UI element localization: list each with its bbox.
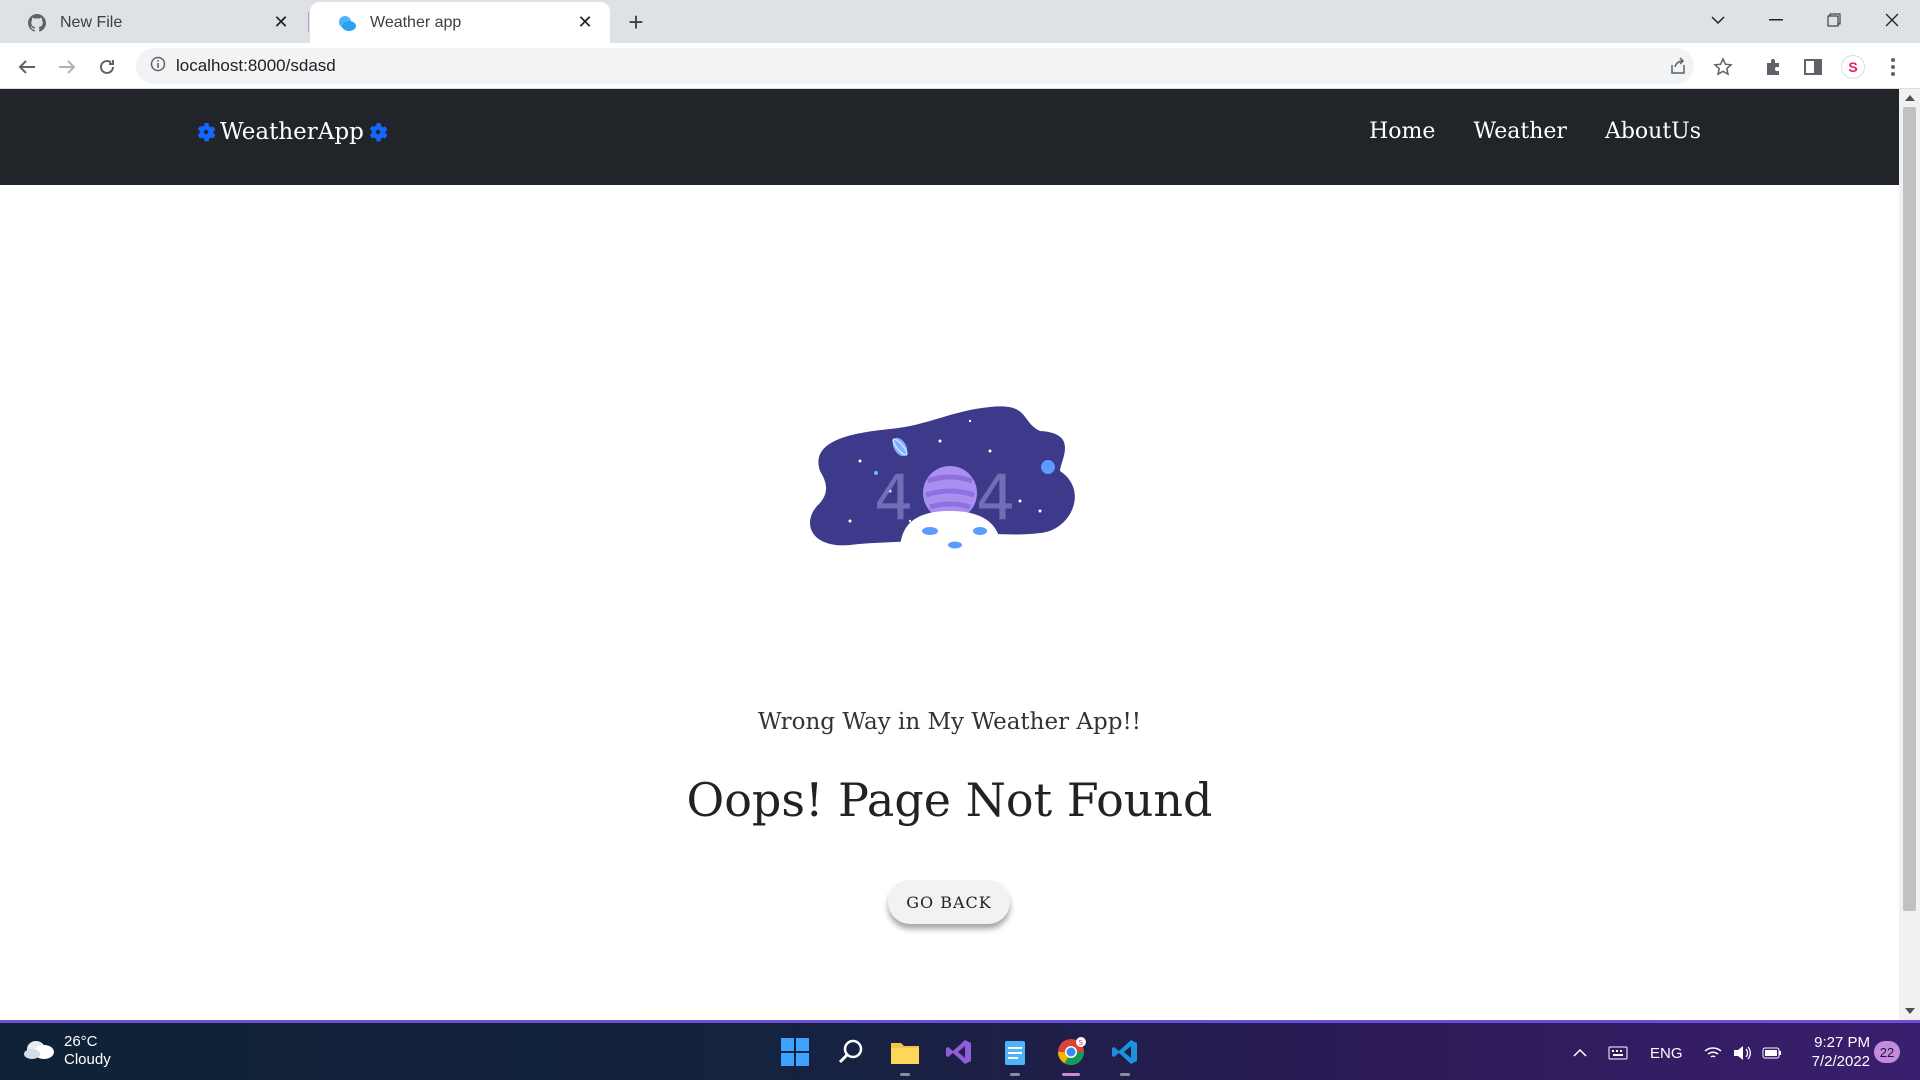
tab-search-chevron-icon[interactable]: [1690, 0, 1746, 40]
volume-icon[interactable]: [1732, 1023, 1752, 1080]
nav-link-weather[interactable]: Weather: [1473, 119, 1567, 144]
browser-tab-bar: New File ✕ Weather app ✕ +: [0, 0, 1920, 43]
new-tab-button[interactable]: +: [620, 6, 652, 38]
nav-link-aboutus[interactable]: AboutUs: [1605, 119, 1701, 144]
site-navbar: WeatherApp Home Weather AboutUs: [0, 89, 1899, 185]
digit-4-left: 4: [874, 461, 913, 534]
scroll-up-arrow-icon[interactable]: [1905, 95, 1915, 101]
windows-taskbar: 26°C Cloudy S ENG 9:27 PM 7/2/2022 22: [0, 1020, 1920, 1080]
visual-studio-icon[interactable]: [942, 1035, 976, 1069]
tab-divider: [308, 12, 309, 32]
running-indicator: [1120, 1073, 1130, 1076]
running-indicator: [900, 1073, 910, 1076]
brand-name: WeatherApp: [220, 119, 364, 145]
tab-new-file[interactable]: New File ✕: [0, 2, 306, 43]
taskbar-clock[interactable]: 9:27 PM 7/2/2022: [1800, 1033, 1870, 1071]
chrome-icon[interactable]: S: [1054, 1035, 1088, 1076]
notification-badge[interactable]: 22: [1874, 1041, 1900, 1063]
close-window-button[interactable]: [1864, 0, 1920, 40]
page-viewport: WeatherApp Home Weather AboutUs 4 4 Wron…: [0, 89, 1899, 1020]
tab-weather-app[interactable]: Weather app ✕: [310, 2, 610, 43]
language-indicator[interactable]: ENG: [1650, 1023, 1683, 1080]
url-text[interactable]: localhost:8000/sdasd: [176, 56, 336, 76]
search-icon[interactable]: [834, 1035, 868, 1069]
side-panel-icon[interactable]: [1796, 50, 1830, 84]
svg-text:S: S: [1079, 1039, 1084, 1047]
minimize-button[interactable]: [1748, 0, 1804, 40]
nav-links: Home Weather AboutUs: [1369, 119, 1701, 144]
close-icon[interactable]: ✕: [270, 12, 292, 34]
share-icon[interactable]: [1660, 48, 1696, 84]
brand-link[interactable]: WeatherApp: [192, 119, 392, 145]
profile-avatar[interactable]: S: [1836, 50, 1870, 84]
gear-icon: [366, 120, 390, 144]
go-back-button[interactable]: GO BACK: [888, 880, 1010, 924]
menu-kebab-icon[interactable]: [1876, 50, 1910, 84]
clock-time: 9:27 PM: [1814, 1034, 1870, 1051]
clock-date: 7/2/2022: [1811, 1053, 1870, 1070]
cloud-icon: [336, 12, 358, 34]
file-explorer-icon[interactable]: [888, 1035, 922, 1076]
battery-icon[interactable]: [1762, 1023, 1782, 1080]
wifi-icon[interactable]: [1704, 1023, 1722, 1080]
vscode-icon[interactable]: [1108, 1035, 1142, 1076]
scroll-down-arrow-icon[interactable]: [1905, 1008, 1915, 1014]
cloud-icon: [22, 1037, 56, 1066]
notepad-icon[interactable]: [998, 1035, 1032, 1076]
browser-toolbar: localhost:8000/sdasd S: [0, 43, 1920, 89]
404-space-illustration: 4 4: [790, 381, 1110, 571]
nav-link-home[interactable]: Home: [1369, 119, 1435, 144]
weather-temp: 26°C: [64, 1033, 98, 1050]
address-bar[interactable]: localhost:8000/sdasd: [136, 48, 1694, 84]
running-indicator: [1010, 1073, 1020, 1076]
reload-icon[interactable]: [90, 50, 124, 84]
site-info-icon[interactable]: [150, 56, 166, 77]
extensions-puzzle-icon[interactable]: [1756, 50, 1790, 84]
tab-title: Weather app: [370, 13, 462, 31]
restore-button[interactable]: [1806, 0, 1862, 40]
page-title: Oops! Page Not Found: [686, 773, 1213, 827]
running-indicator: [1062, 1073, 1080, 1076]
weather-condition: Cloudy: [64, 1051, 111, 1068]
show-hidden-icons-chevron-icon[interactable]: [1572, 1023, 1588, 1080]
page-scrollbar[interactable]: [1899, 89, 1920, 1020]
weather-widget[interactable]: 26°C Cloudy: [22, 1033, 111, 1069]
tab-title: New File: [60, 13, 123, 31]
start-windows-icon[interactable]: [778, 1035, 812, 1069]
bookmark-star-icon[interactable]: [1706, 50, 1740, 84]
forward-arrow-icon[interactable]: [50, 50, 84, 84]
close-icon[interactable]: ✕: [574, 12, 596, 34]
scrollbar-thumb[interactable]: [1903, 107, 1916, 911]
keyboard-icon[interactable]: [1608, 1023, 1628, 1080]
github-icon: [26, 12, 48, 34]
gear-icon: [194, 120, 218, 144]
error-subtitle: Wrong Way in My Weather App!!: [758, 709, 1141, 735]
back-arrow-icon[interactable]: [10, 50, 44, 84]
